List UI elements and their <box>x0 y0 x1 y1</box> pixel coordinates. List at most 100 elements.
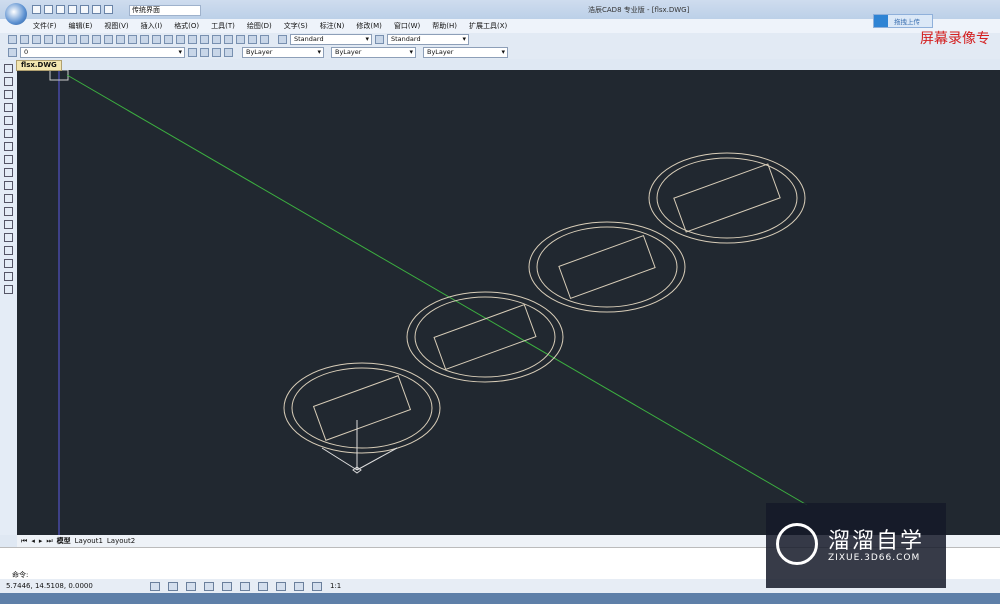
help-icon[interactable] <box>260 35 269 44</box>
linetype-select[interactable]: ByLayer <box>331 47 416 58</box>
publish-icon[interactable] <box>68 35 77 44</box>
open-icon[interactable] <box>20 35 29 44</box>
ellipse-arc-icon[interactable] <box>4 194 13 203</box>
save-icon[interactable] <box>56 5 65 14</box>
tool-palette-icon[interactable] <box>236 35 245 44</box>
snap-icon[interactable] <box>150 581 160 591</box>
draw-toolbar <box>0 60 17 535</box>
ducs-icon[interactable] <box>258 581 268 591</box>
circle-icon[interactable] <box>4 142 13 151</box>
new-icon[interactable] <box>8 35 17 44</box>
mtext-icon[interactable] <box>4 285 13 294</box>
menu-format[interactable]: 格式(O) <box>174 21 199 31</box>
save-icon[interactable] <box>32 35 41 44</box>
cloud-icon <box>874 15 888 27</box>
menu-insert[interactable]: 插入(I) <box>141 21 163 31</box>
menu-view[interactable]: 视图(V) <box>104 21 128 31</box>
document-tab[interactable]: flsx.DWG <box>16 60 62 71</box>
title-bar: 传统界面 浩辰CAD8 专业版 - [flsx.DWG] <box>0 0 1000 19</box>
pan-icon[interactable] <box>164 35 173 44</box>
osnap-icon[interactable] <box>222 581 232 591</box>
undo-icon[interactable] <box>92 5 101 14</box>
ortho-icon[interactable] <box>186 581 196 591</box>
menu-file[interactable]: 文件(F) <box>33 21 57 31</box>
menu-draw[interactable]: 绘图(D) <box>247 21 272 31</box>
menu-text[interactable]: 文字(S) <box>284 21 308 31</box>
polygon-icon[interactable] <box>4 103 13 112</box>
watermark-cn: 溜溜自学 <box>828 529 925 554</box>
spline-icon[interactable] <box>4 168 13 177</box>
line-icon[interactable] <box>4 64 13 73</box>
tab-model[interactable]: 模型 <box>57 536 71 546</box>
zoom-window-icon[interactable] <box>188 35 197 44</box>
make-block-icon[interactable] <box>4 220 13 229</box>
revcloud-icon[interactable] <box>4 155 13 164</box>
layer-manager-icon[interactable] <box>8 48 17 57</box>
block-icon[interactable] <box>128 35 137 44</box>
layer-tool-icon[interactable] <box>212 48 221 57</box>
print-icon[interactable] <box>44 35 53 44</box>
new-icon[interactable] <box>32 5 41 14</box>
upload-label: 拖拽上传 <box>894 18 920 26</box>
tab-nav-prev[interactable]: ◂ <box>31 537 35 545</box>
point-icon[interactable] <box>4 233 13 242</box>
tab-layout2[interactable]: Layout2 <box>107 537 135 545</box>
dim-style-select[interactable]: Standard <box>387 34 469 45</box>
tab-layout1[interactable]: Layout1 <box>75 537 103 545</box>
match-properties-icon[interactable] <box>116 35 125 44</box>
menu-dimension[interactable]: 标注(N) <box>320 21 345 31</box>
layer-previous-icon[interactable] <box>200 48 209 57</box>
menu-modify[interactable]: 修改(M) <box>356 21 382 31</box>
saveas-icon[interactable] <box>68 5 77 14</box>
menu-edit[interactable]: 编辑(E) <box>69 21 93 31</box>
polar-icon[interactable] <box>204 581 214 591</box>
layer-select[interactable]: 0 <box>20 47 185 58</box>
otrack-icon[interactable] <box>240 581 250 591</box>
tab-nav-last[interactable]: ⏭ <box>46 537 52 546</box>
lineweight-icon[interactable] <box>294 581 304 591</box>
lineweight-select[interactable]: ByLayer <box>423 47 508 58</box>
menu-window[interactable]: 窗口(W) <box>394 21 420 31</box>
paste-icon[interactable] <box>104 35 113 44</box>
preview-icon[interactable] <box>56 35 65 44</box>
cut-icon[interactable] <box>80 35 89 44</box>
app-menu-button[interactable] <box>5 3 27 25</box>
redo-icon[interactable] <box>152 35 161 44</box>
tab-nav-first[interactable]: ⏮ <box>21 537 27 546</box>
region-icon[interactable] <box>4 259 13 268</box>
medallion-3 <box>528 221 686 313</box>
grid-icon[interactable] <box>168 581 178 591</box>
menu-tools[interactable]: 工具(T) <box>211 21 235 31</box>
properties-icon[interactable] <box>212 35 221 44</box>
drawing-canvas[interactable] <box>17 69 1000 535</box>
make-current-icon[interactable] <box>188 48 197 57</box>
upload-button[interactable]: 拖拽上传 <box>873 14 933 28</box>
open-icon[interactable] <box>44 5 53 14</box>
tab-nav-next[interactable]: ▸ <box>39 537 43 545</box>
arc-icon[interactable] <box>4 129 13 138</box>
menu-extensions[interactable]: 扩展工具(X) <box>469 21 507 31</box>
ellipse-icon[interactable] <box>4 181 13 190</box>
table-icon[interactable] <box>4 272 13 281</box>
xline-icon[interactable] <box>4 77 13 86</box>
dyn-icon[interactable] <box>276 581 286 591</box>
print-icon[interactable] <box>80 5 89 14</box>
redo-icon[interactable] <box>104 5 113 14</box>
model-icon[interactable] <box>312 581 322 591</box>
annotation-scale[interactable]: 1:1 <box>330 582 341 590</box>
zoom-previous-icon[interactable] <box>200 35 209 44</box>
rectangle-icon[interactable] <box>4 116 13 125</box>
design-center-icon[interactable] <box>224 35 233 44</box>
menu-help[interactable]: 帮助(H) <box>432 21 457 31</box>
layer-iso-icon[interactable] <box>224 48 233 57</box>
color-select[interactable]: ByLayer <box>242 47 324 58</box>
zoom-realtime-icon[interactable] <box>176 35 185 44</box>
insert-block-icon[interactable] <box>4 207 13 216</box>
polyline-icon[interactable] <box>4 90 13 99</box>
copy-icon[interactable] <box>92 35 101 44</box>
hatch-icon[interactable] <box>4 246 13 255</box>
workspace-select[interactable]: 传统界面 <box>129 5 201 16</box>
text-style-select[interactable]: Standard <box>290 34 372 45</box>
markup-icon[interactable] <box>248 35 257 44</box>
undo-icon[interactable] <box>140 35 149 44</box>
